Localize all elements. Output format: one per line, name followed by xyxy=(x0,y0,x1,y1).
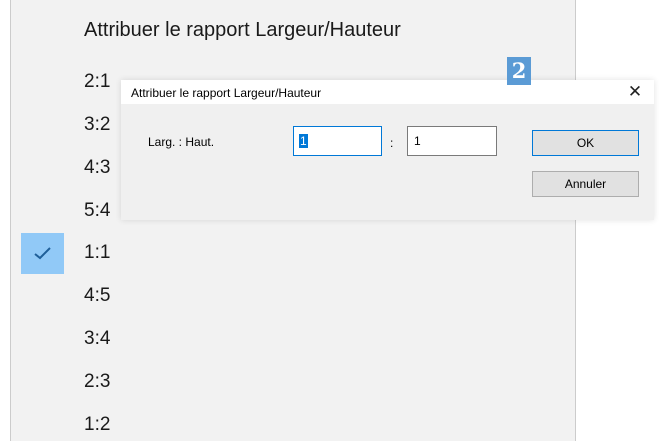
menu-title: Attribuer le rapport Largeur/Hauteur xyxy=(84,19,401,41)
screen: Attribuer le rapport Largeur/Hauteur 2:1… xyxy=(0,0,659,441)
menu-item-3-4[interactable]: 3:4 xyxy=(11,319,575,362)
ok-button[interactable]: OK xyxy=(532,130,639,156)
dialog-titlebar[interactable]: Attribuer le rapport Largeur/Hauteur ✕ xyxy=(121,80,654,104)
menu-item-label: 4:5 xyxy=(84,285,111,306)
menu-item-2-3[interactable]: 2:3 xyxy=(11,362,575,405)
height-ratio-input[interactable]: 1 xyxy=(407,126,497,156)
menu-item-label: 1:1 xyxy=(84,242,111,263)
checkmark-icon xyxy=(34,247,51,260)
ratio-separator: : xyxy=(390,136,394,150)
menu-item-label: 2:3 xyxy=(84,371,111,392)
menu-item-label: 4:3 xyxy=(84,157,111,178)
cancel-button[interactable]: Annuler xyxy=(532,171,639,197)
aspect-ratio-dialog: Attribuer le rapport Largeur/Hauteur ✕ L… xyxy=(121,80,654,220)
menu-item-label: 2:1 xyxy=(84,71,111,92)
check-highlight xyxy=(21,233,64,274)
menu-item-1-2[interactable]: 1:2 xyxy=(11,405,575,441)
menu-item-label: 3:4 xyxy=(84,328,111,349)
menu-item-label: 1:2 xyxy=(84,414,111,435)
dialog-title: Attribuer le rapport Largeur/Hauteur xyxy=(131,86,322,100)
menu-item-1-1[interactable]: 1:1 xyxy=(11,233,575,276)
menu-item-4-5[interactable]: 4:5 xyxy=(11,276,575,319)
height-ratio-value: 1 xyxy=(414,134,421,148)
aspect-ratio-menu: Attribuer le rapport Largeur/Hauteur 2:1… xyxy=(10,0,576,441)
width-ratio-value: 1 xyxy=(299,134,308,148)
width-ratio-input[interactable]: 1 xyxy=(293,126,382,156)
close-icon[interactable]: ✕ xyxy=(626,83,644,101)
ratio-field-label: Larg. : Haut. xyxy=(148,135,215,149)
menu-item-label: 3:2 xyxy=(84,114,111,135)
step-number-badge: 2 xyxy=(507,57,531,85)
menu-item-label: 5:4 xyxy=(84,200,111,221)
